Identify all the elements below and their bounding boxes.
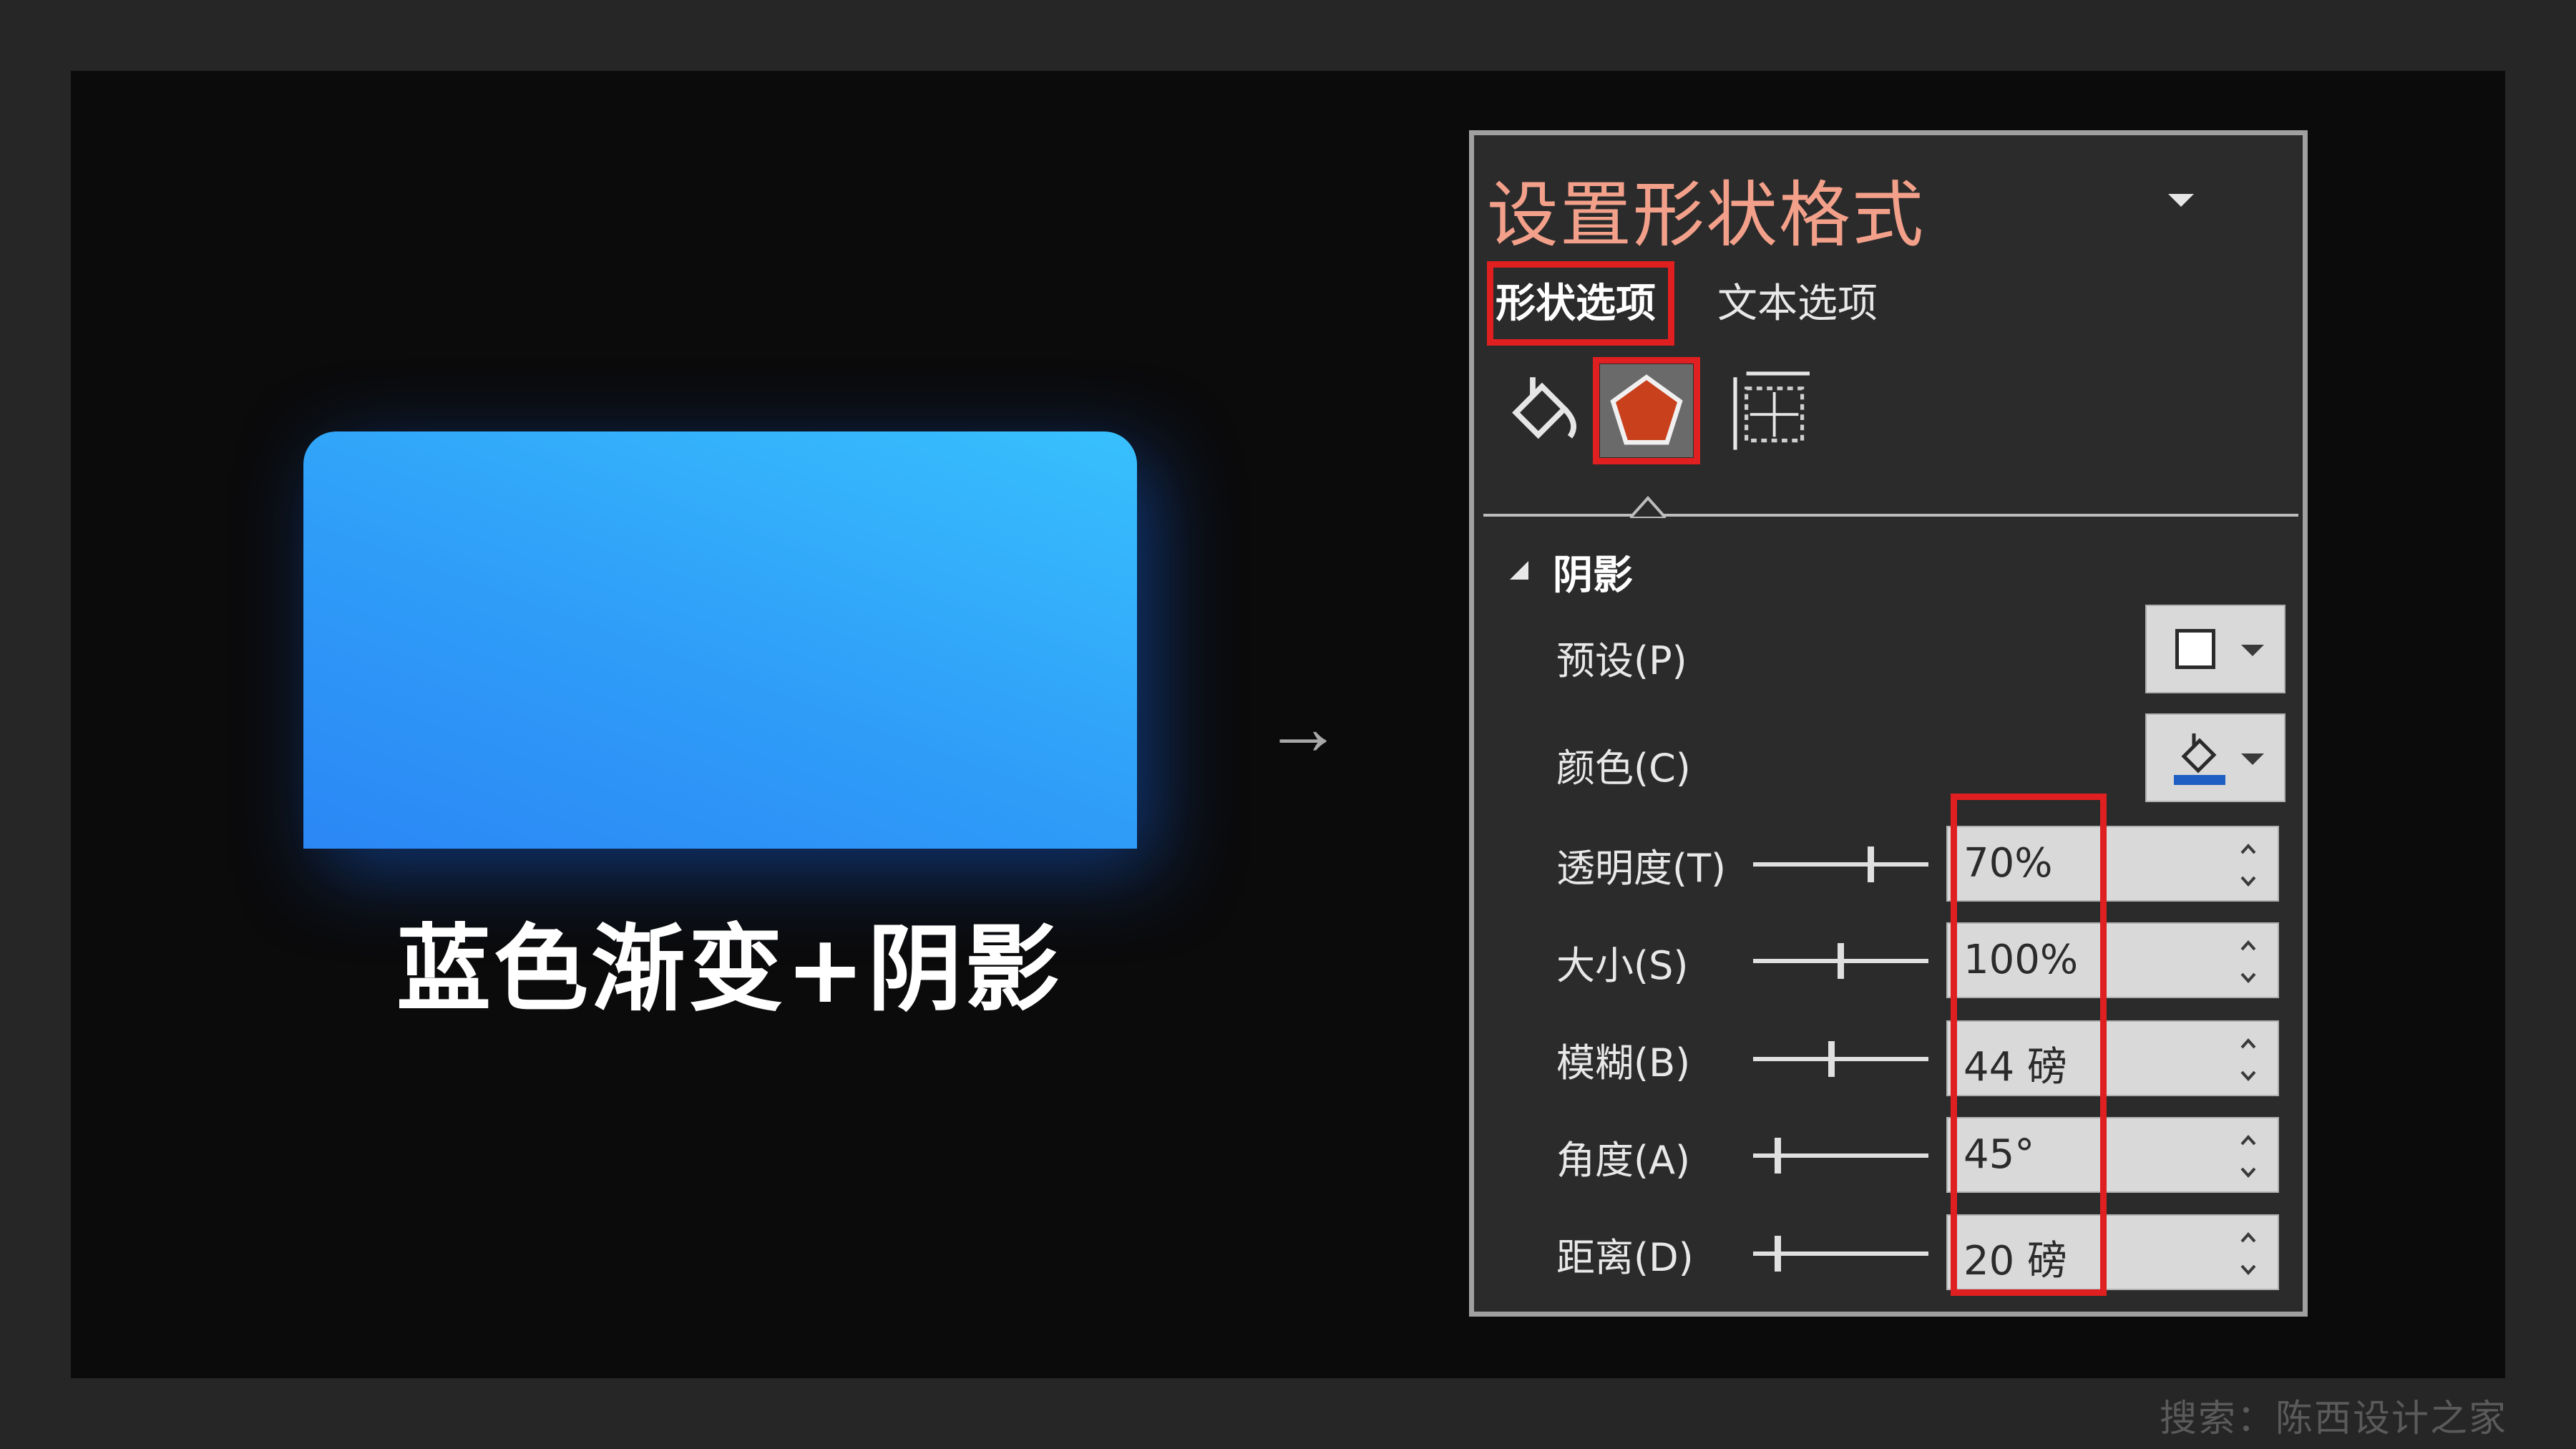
distance-slider[interactable] xyxy=(1753,1236,1928,1272)
panel-title: 设置形状格式 xyxy=(1487,173,1925,257)
slider-thumb[interactable] xyxy=(1838,943,1844,979)
slider-thumb[interactable] xyxy=(1868,847,1874,882)
selection-notch xyxy=(1630,495,1666,525)
tab-divider xyxy=(1483,514,2298,517)
spinner-arrows-icon[interactable] xyxy=(2238,1029,2259,1091)
paint-bucket-icon xyxy=(2174,733,2225,785)
chevron-down-icon xyxy=(2241,753,2264,765)
angle-slider[interactable] xyxy=(1753,1138,1928,1174)
highlight-box-effects-icon xyxy=(1593,357,1700,464)
distance-label: 距离(D) xyxy=(1556,1235,1694,1280)
preset-dropdown[interactable] xyxy=(2145,605,2285,693)
watermark: 搜索：陈西设计之家 xyxy=(2159,1397,2507,1440)
color-dropdown[interactable] xyxy=(2145,713,2285,802)
spinner-arrows-icon[interactable] xyxy=(2238,834,2259,896)
highlight-box-values xyxy=(1951,794,2107,1296)
tab-text-options[interactable]: 文本选项 xyxy=(1717,271,1878,329)
transparency-slider[interactable] xyxy=(1753,847,1928,882)
preset-label: 预设(P) xyxy=(1556,638,1687,683)
spinner-arrows-icon[interactable] xyxy=(2238,1223,2259,1284)
collapse-triangle-icon[interactable] xyxy=(1510,561,1528,580)
panel-menu-chevron-down-icon[interactable] xyxy=(2168,194,2194,207)
slider-thumb[interactable] xyxy=(1775,1138,1781,1174)
slider-thumb[interactable] xyxy=(1775,1236,1781,1272)
slider-thumb[interactable] xyxy=(1828,1041,1835,1077)
transparency-label: 透明度(T) xyxy=(1556,846,1727,891)
highlight-box-tab xyxy=(1487,261,1674,346)
size-slider[interactable] xyxy=(1753,943,1928,979)
blur-label: 模糊(B) xyxy=(1556,1040,1691,1085)
demo-caption: 蓝色渐变+阴影 xyxy=(396,914,1063,1025)
gradient-shadow-card xyxy=(303,431,1137,849)
shadow-preset-swatch-icon xyxy=(2175,629,2215,669)
spinner-arrows-icon[interactable] xyxy=(2238,931,2259,992)
fill-line-icon[interactable] xyxy=(1496,364,1589,457)
angle-label: 角度(A) xyxy=(1556,1138,1691,1183)
blur-slider[interactable] xyxy=(1753,1041,1928,1077)
spinner-arrows-icon[interactable] xyxy=(2238,1126,2259,1187)
size-label: 大小(S) xyxy=(1556,943,1689,988)
section-shadow-title[interactable]: 阴影 xyxy=(1553,543,1633,601)
chevron-down-icon xyxy=(2241,645,2264,656)
size-properties-icon[interactable] xyxy=(1726,364,1819,457)
format-shape-panel: 设置形状格式 形状选项 文本选项 阴影 预设(P) 颜色(C) 透明度(T) 7… xyxy=(1469,130,2308,1317)
color-label: 颜色(C) xyxy=(1556,746,1691,791)
arrow-right-icon: → xyxy=(1264,683,1342,771)
